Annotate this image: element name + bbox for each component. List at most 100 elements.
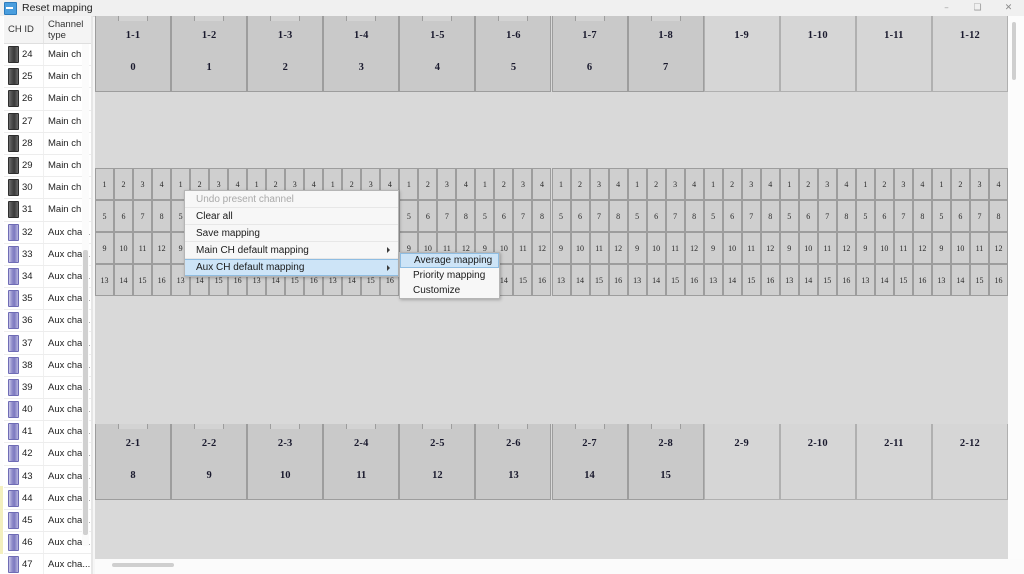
speaker-block[interactable]: 1-5 4	[399, 16, 476, 92]
matrix-cell[interactable]: 10	[950, 232, 970, 264]
matrix-cell[interactable]: 1	[95, 168, 115, 200]
matrix-cell[interactable]: 9	[95, 232, 115, 264]
matrix-cell[interactable]: 16	[684, 264, 704, 296]
matrix-cell[interactable]: 1	[779, 168, 799, 200]
matrix-cell[interactable]: 8	[608, 200, 628, 232]
matrix-cell[interactable]: 13	[551, 264, 571, 296]
matrix-cell[interactable]: 16	[912, 264, 932, 296]
matrix-cell[interactable]: 12	[988, 232, 1008, 264]
matrix-cell[interactable]: 8	[760, 200, 780, 232]
matrix-cell[interactable]: 8	[684, 200, 704, 232]
matrix-cell[interactable]: 11	[893, 232, 913, 264]
matrix-cell[interactable]: 10	[114, 232, 134, 264]
matrix-cell[interactable]: 16	[532, 264, 552, 296]
matrix-cell[interactable]: 12	[760, 232, 780, 264]
matrix-cell[interactable]: 7	[969, 200, 989, 232]
matrix-cell[interactable]: 2	[418, 168, 438, 200]
speaker-block[interactable]: 2-11	[855, 424, 932, 500]
matrix-cell[interactable]: 5	[931, 200, 951, 232]
matrix-cell[interactable]: 3	[893, 168, 913, 200]
matrix-cell[interactable]: 16	[760, 264, 780, 296]
matrix-cell[interactable]: 12	[152, 232, 172, 264]
matrix-cell[interactable]: 4	[760, 168, 780, 200]
channel-matrix[interactable]: 12345678910111213141516	[703, 168, 780, 296]
speaker-block[interactable]: 2-5 12	[399, 424, 476, 500]
matrix-cell[interactable]: 3	[665, 168, 685, 200]
speaker-mapping-grid[interactable]: 1-1 0 1-2 1 1-3 2 1-4 3 1-5 4 1-6 5 1-7 6 1-8 7 1-9 1-10 1…	[95, 16, 1008, 559]
matrix-cell[interactable]: 5	[551, 200, 571, 232]
matrix-cell[interactable]: 3	[133, 168, 153, 200]
horizontal-scrollbar-track[interactable]	[95, 559, 1024, 574]
channel-row[interactable]: 27 Main ch...	[4, 110, 92, 133]
matrix-cell[interactable]: 4	[608, 168, 628, 200]
matrix-cell[interactable]: 4	[684, 168, 704, 200]
matrix-cell[interactable]: 14	[798, 264, 818, 296]
channel-row[interactable]: 28 Main ch...	[4, 132, 92, 155]
channel-row[interactable]: 32 Aux cha...	[4, 221, 92, 244]
speaker-block[interactable]: 2-4 11	[323, 424, 400, 500]
matrix-cell[interactable]: 4	[836, 168, 856, 200]
matrix-cell[interactable]: 1	[703, 168, 723, 200]
matrix-cell[interactable]: 6	[114, 200, 134, 232]
speaker-block[interactable]: 2-10	[779, 424, 856, 500]
channel-row[interactable]: 42 Aux cha...	[4, 443, 92, 466]
matrix-cell[interactable]: 11	[665, 232, 685, 264]
speaker-block[interactable]: 2-1 8	[95, 424, 172, 500]
matrix-cell[interactable]: 11	[741, 232, 761, 264]
context-menu-item[interactable]: Aux CH default mapping	[185, 259, 398, 276]
matrix-cell[interactable]: 14	[570, 264, 590, 296]
matrix-cell[interactable]: 15	[893, 264, 913, 296]
matrix-cell[interactable]: 6	[950, 200, 970, 232]
matrix-cell[interactable]: 5	[475, 200, 495, 232]
speaker-block[interactable]: 2-7 14	[551, 424, 628, 500]
matrix-cell[interactable]: 9	[855, 232, 875, 264]
channel-row[interactable]: 45 Aux cha...	[4, 509, 92, 533]
matrix-cell[interactable]: 6	[418, 200, 438, 232]
minimize-button[interactable]: –	[931, 0, 962, 16]
channel-row[interactable]: 29 Main ch...	[4, 154, 92, 178]
matrix-cell[interactable]: 5	[627, 200, 647, 232]
matrix-cell[interactable]: 10	[722, 232, 742, 264]
matrix-cell[interactable]: 3	[589, 168, 609, 200]
channel-row[interactable]: 41 Aux cha...	[4, 421, 92, 444]
channel-row[interactable]: 46 Aux cha...	[4, 532, 92, 555]
matrix-cell[interactable]: 15	[817, 264, 837, 296]
horizontal-scrollbar-thumb[interactable]	[112, 563, 174, 567]
channel-row[interactable]: 33 Aux cha...	[4, 243, 92, 266]
speaker-block[interactable]: 1-11	[855, 16, 932, 92]
matrix-cell[interactable]: 13	[95, 264, 115, 296]
speaker-block[interactable]: 1-8 7	[627, 16, 704, 92]
matrix-cell[interactable]: 4	[988, 168, 1008, 200]
channel-row[interactable]: 24 Main ch...	[4, 44, 92, 67]
matrix-cell[interactable]: 2	[722, 168, 742, 200]
matrix-cell[interactable]: 14	[874, 264, 894, 296]
matrix-cell[interactable]: 12	[684, 232, 704, 264]
speaker-block[interactable]: 1-12	[931, 16, 1008, 92]
matrix-cell[interactable]: 7	[589, 200, 609, 232]
matrix-cell[interactable]: 15	[665, 264, 685, 296]
matrix-cell[interactable]: 6	[646, 200, 666, 232]
matrix-cell[interactable]: 4	[912, 168, 932, 200]
matrix-cell[interactable]: 5	[855, 200, 875, 232]
matrix-cell[interactable]: 3	[969, 168, 989, 200]
matrix-cell[interactable]: 6	[722, 200, 742, 232]
matrix-cell[interactable]: 9	[551, 232, 571, 264]
matrix-cell[interactable]: 11	[969, 232, 989, 264]
column-header-channel-type[interactable]: Channel type	[44, 16, 92, 43]
matrix-cell[interactable]: 14	[950, 264, 970, 296]
matrix-cell[interactable]: 15	[133, 264, 153, 296]
matrix-cell[interactable]: 2	[114, 168, 134, 200]
channel-row[interactable]: 25 Main ch...	[4, 66, 92, 89]
matrix-cell[interactable]: 9	[779, 232, 799, 264]
matrix-cell[interactable]: 16	[152, 264, 172, 296]
matrix-cell[interactable]: 9	[703, 232, 723, 264]
matrix-cell[interactable]: 13	[703, 264, 723, 296]
submenu-item[interactable]: Customize	[400, 283, 499, 298]
matrix-cell[interactable]: 12	[836, 232, 856, 264]
matrix-cell[interactable]: 3	[437, 168, 457, 200]
channel-row[interactable]: 26 Main ch...	[4, 88, 92, 111]
matrix-cell[interactable]: 8	[912, 200, 932, 232]
matrix-cell[interactable]: 6	[874, 200, 894, 232]
speaker-block[interactable]: 1-9	[703, 16, 780, 92]
matrix-cell[interactable]: 6	[494, 200, 514, 232]
